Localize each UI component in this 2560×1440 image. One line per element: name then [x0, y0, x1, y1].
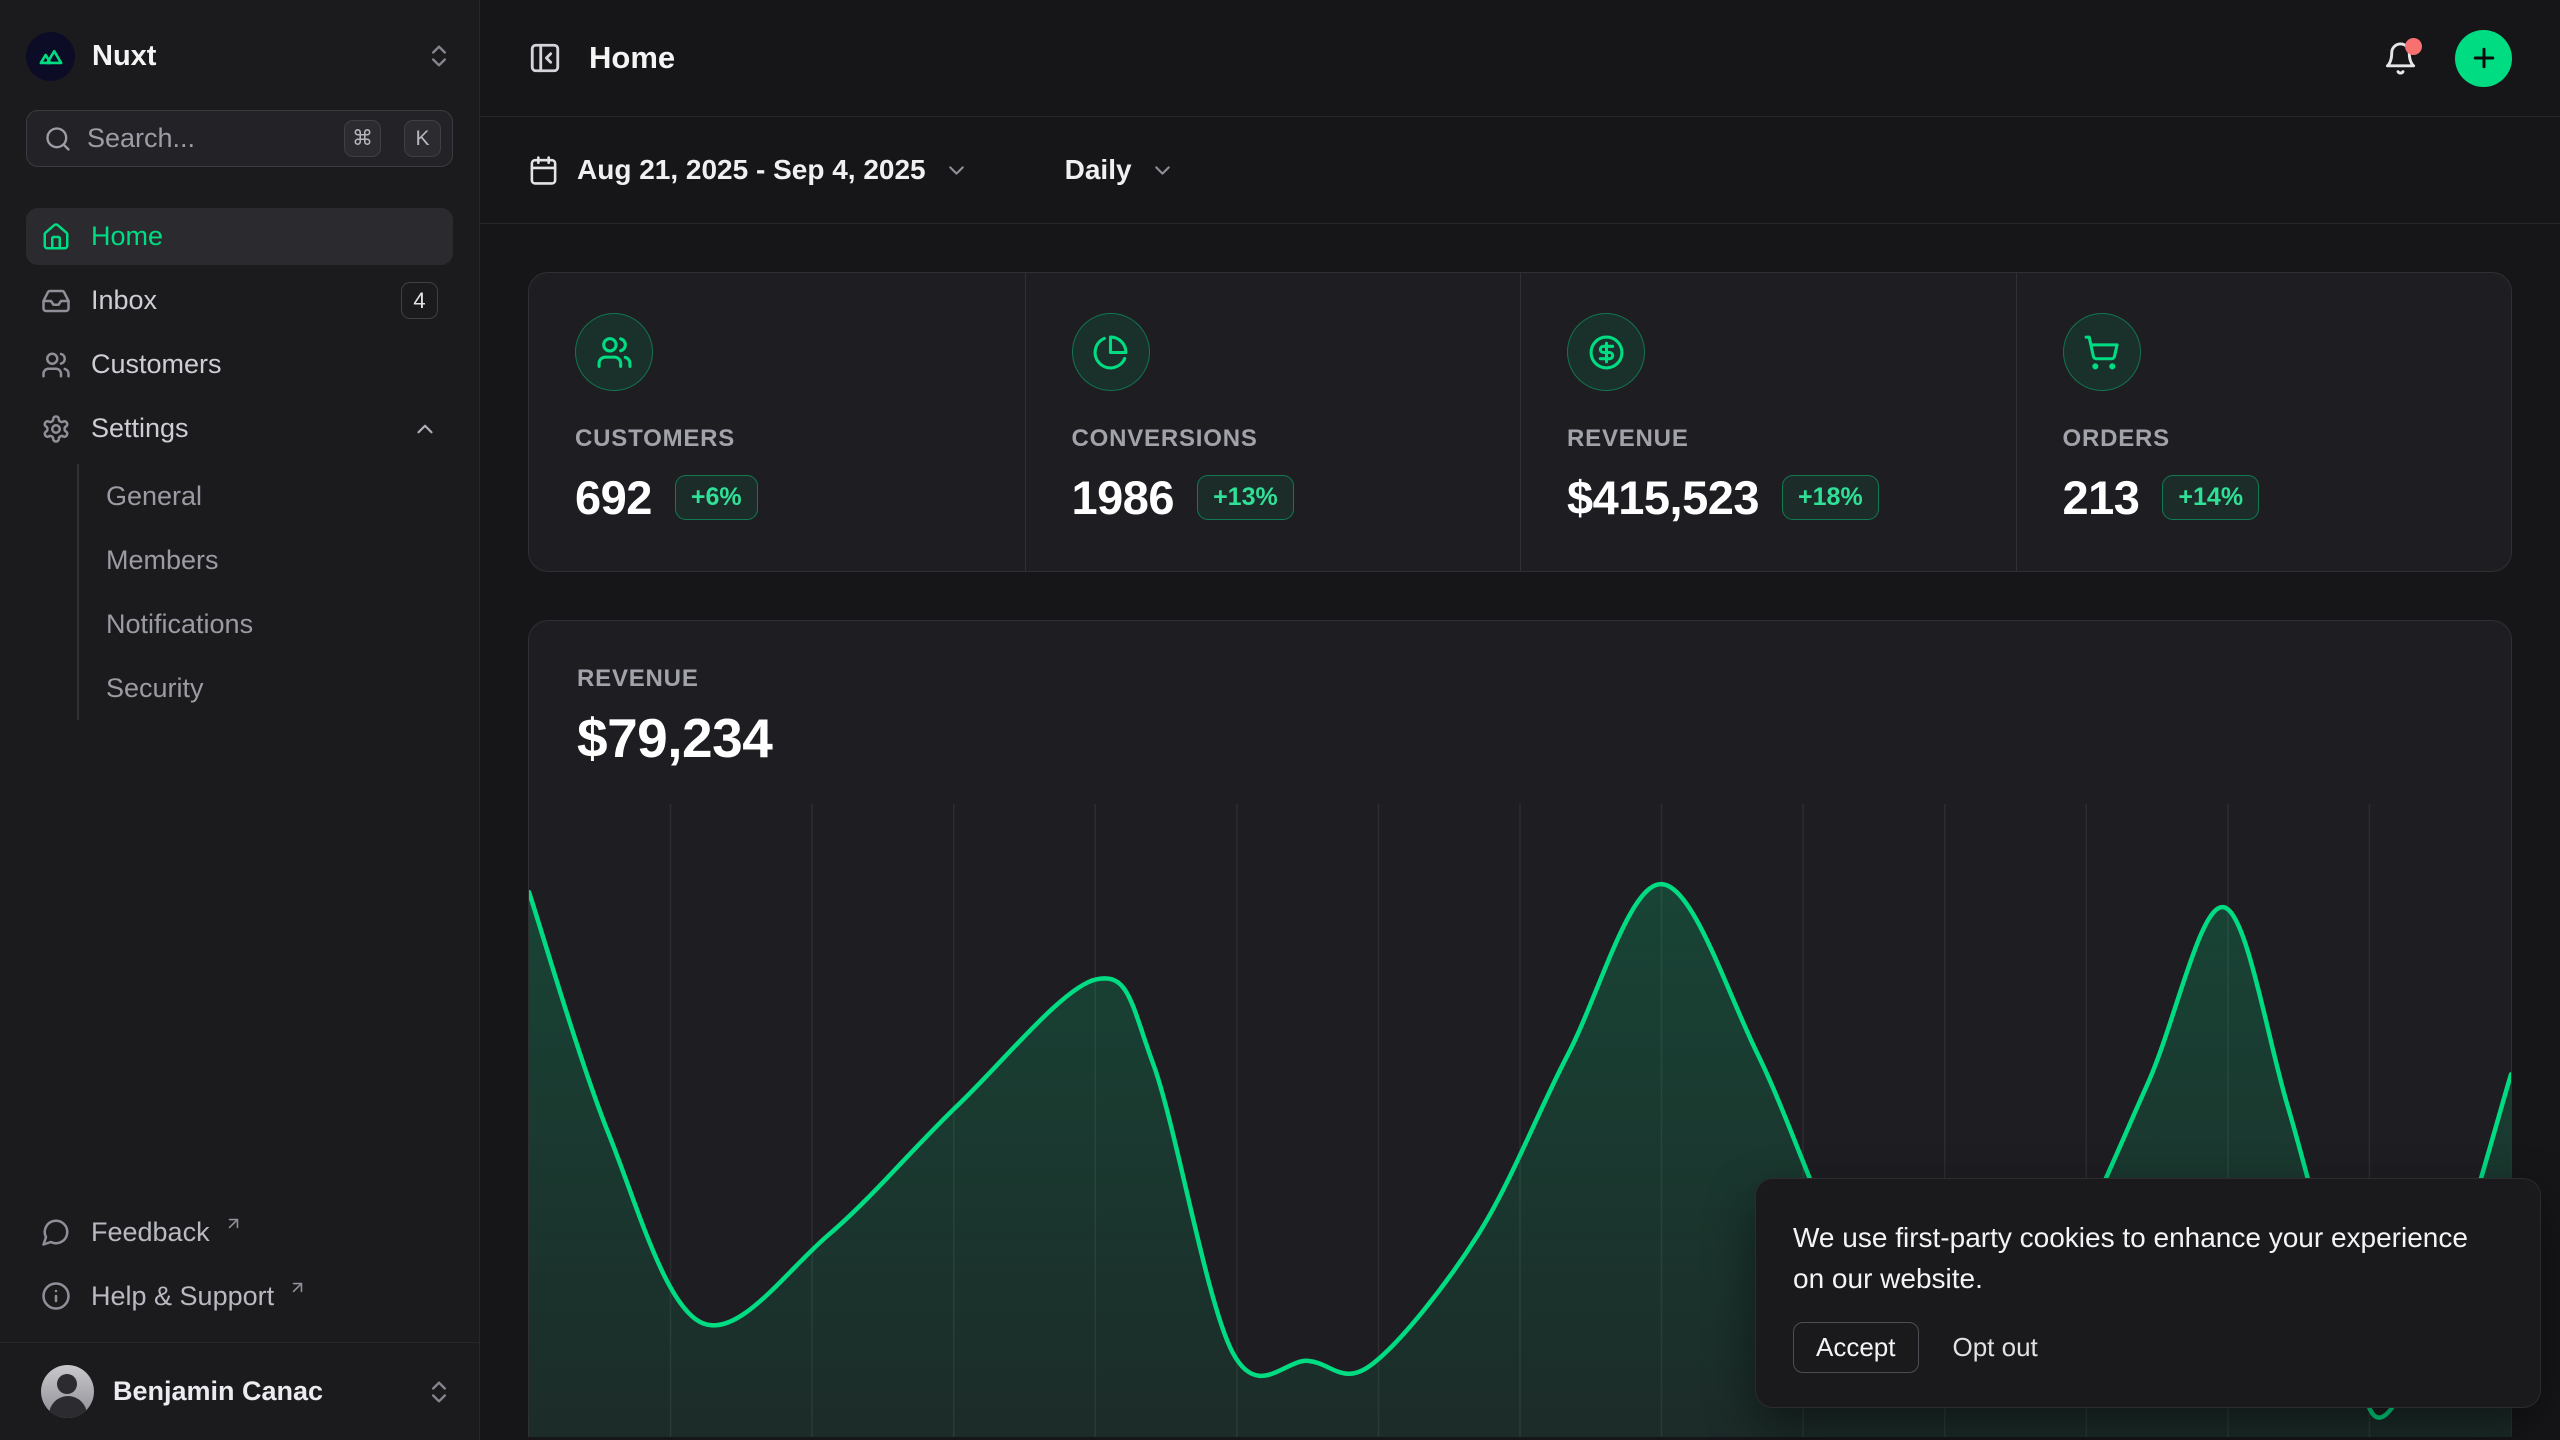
users-icon: [41, 350, 71, 380]
inbox-icon: [41, 286, 71, 316]
revenue-label: REVENUE: [577, 665, 2463, 693]
calendar-icon: [528, 155, 559, 186]
plus-icon: [2469, 43, 2499, 73]
stat-customers[interactable]: CUSTOMERS 692 +6%: [529, 273, 1025, 571]
stat-delta-badge: +14%: [2162, 475, 2259, 520]
cookie-message: We use first-party cookies to enhance yo…: [1793, 1217, 2496, 1299]
revenue-value: $79,234: [577, 706, 2463, 770]
date-range-picker[interactable]: Aug 21, 2025 - Sep 4, 2025: [528, 154, 969, 186]
cookie-banner: We use first-party cookies to enhance yo…: [1755, 1178, 2541, 1408]
sidebar-item-label: Home: [91, 221, 163, 252]
kbd-k: K: [404, 120, 441, 157]
sidebar-item-label: Inbox: [91, 285, 157, 316]
search-placeholder: Search...: [87, 123, 329, 154]
stats-row: CUSTOMERS 692 +6% CONVERSIONS 1986 +13%: [528, 272, 2512, 572]
stat-delta-badge: +6%: [675, 475, 758, 520]
sidebar-item-settings[interactable]: Settings: [26, 400, 453, 457]
feedback-label: Feedback: [91, 1217, 210, 1248]
stat-label: REVENUE: [1567, 425, 1970, 453]
sidebar: Nuxt Search... ⌘ K Home Inbox 4: [0, 0, 480, 1440]
sidebar-item-inbox[interactable]: Inbox 4: [26, 272, 453, 329]
cookie-optout-button[interactable]: Opt out: [1953, 1323, 2038, 1372]
sidebar-footer: Feedback Help & Support: [0, 1200, 479, 1342]
chevrons-up-down-icon: [425, 42, 453, 70]
sidebar-item-home[interactable]: Home: [26, 208, 453, 265]
search-icon: [44, 125, 72, 153]
sidebar-item-notifications[interactable]: Notifications: [106, 592, 453, 656]
stat-label: ORDERS: [2063, 425, 2466, 453]
notifications-button[interactable]: [2383, 41, 2418, 76]
sidebar-item-label: Customers: [91, 349, 222, 380]
arrow-up-right-icon: [288, 1278, 307, 1297]
stat-revenue[interactable]: REVENUE $415,523 +18%: [1520, 273, 2016, 571]
sidebar-item-security[interactable]: Security: [106, 656, 453, 720]
workspace-switcher[interactable]: Nuxt: [0, 0, 479, 86]
info-circle-icon: [41, 1281, 71, 1311]
chevron-down-icon: [1150, 158, 1175, 183]
chevron-down-icon: [944, 158, 969, 183]
stat-value: 213: [2063, 470, 2140, 525]
gear-icon: [41, 414, 71, 444]
circle-dollar-icon: [1567, 313, 1645, 391]
help-support-link[interactable]: Help & Support: [26, 1264, 453, 1328]
stat-value: 1986: [1072, 470, 1175, 525]
filters-toolbar: Aug 21, 2025 - Sep 4, 2025 Daily: [480, 117, 2560, 224]
help-support-label: Help & Support: [91, 1281, 274, 1312]
user-name: Benjamin Canac: [113, 1376, 323, 1407]
chevrons-up-down-icon: [425, 1378, 453, 1406]
stat-delta-badge: +18%: [1782, 475, 1879, 520]
brand-name: Nuxt: [92, 40, 156, 73]
sidebar-item-customers[interactable]: Customers: [26, 336, 453, 393]
stat-label: CONVERSIONS: [1072, 425, 1475, 453]
date-range-label: Aug 21, 2025 - Sep 4, 2025: [577, 154, 926, 186]
nuxt-logo: [26, 32, 75, 81]
pie-chart-icon: [1072, 313, 1150, 391]
message-circle-icon: [41, 1217, 71, 1247]
page-title: Home: [589, 40, 675, 76]
collapse-sidebar-button[interactable]: [528, 41, 562, 75]
stat-orders[interactable]: ORDERS 213 +14%: [2016, 273, 2512, 571]
page-header: Home: [480, 0, 2560, 117]
settings-subnav: General Members Notifications Security: [77, 464, 453, 720]
feedback-link[interactable]: Feedback: [26, 1200, 453, 1264]
sidebar-item-members[interactable]: Members: [106, 528, 453, 592]
add-button[interactable]: [2455, 30, 2512, 87]
chevron-up-icon: [412, 416, 438, 442]
sidebar-item-general[interactable]: General: [106, 464, 453, 528]
avatar: [41, 1365, 94, 1418]
sidebar-item-label: Settings: [91, 413, 189, 444]
granularity-label: Daily: [1065, 154, 1132, 186]
stat-delta-badge: +13%: [1197, 475, 1294, 520]
kbd-cmd: ⌘: [344, 120, 381, 157]
arrow-up-right-icon: [224, 1214, 243, 1233]
granularity-select[interactable]: Daily: [1065, 154, 1175, 186]
cookie-accept-button[interactable]: Accept: [1793, 1322, 1919, 1373]
stat-conversions[interactable]: CONVERSIONS 1986 +13%: [1025, 273, 1521, 571]
stat-label: CUSTOMERS: [575, 425, 979, 453]
inbox-count-badge: 4: [401, 282, 438, 319]
users-icon: [575, 313, 653, 391]
notification-dot: [2405, 38, 2422, 55]
sidebar-nav: Home Inbox 4 Customers Settings Genera: [0, 167, 479, 1200]
cart-icon: [2063, 313, 2141, 391]
home-icon: [41, 222, 71, 252]
user-menu[interactable]: Benjamin Canac: [0, 1342, 479, 1440]
stat-value: $415,523: [1567, 470, 1759, 525]
search-input[interactable]: Search... ⌘ K: [26, 110, 453, 167]
stat-value: 692: [575, 470, 652, 525]
